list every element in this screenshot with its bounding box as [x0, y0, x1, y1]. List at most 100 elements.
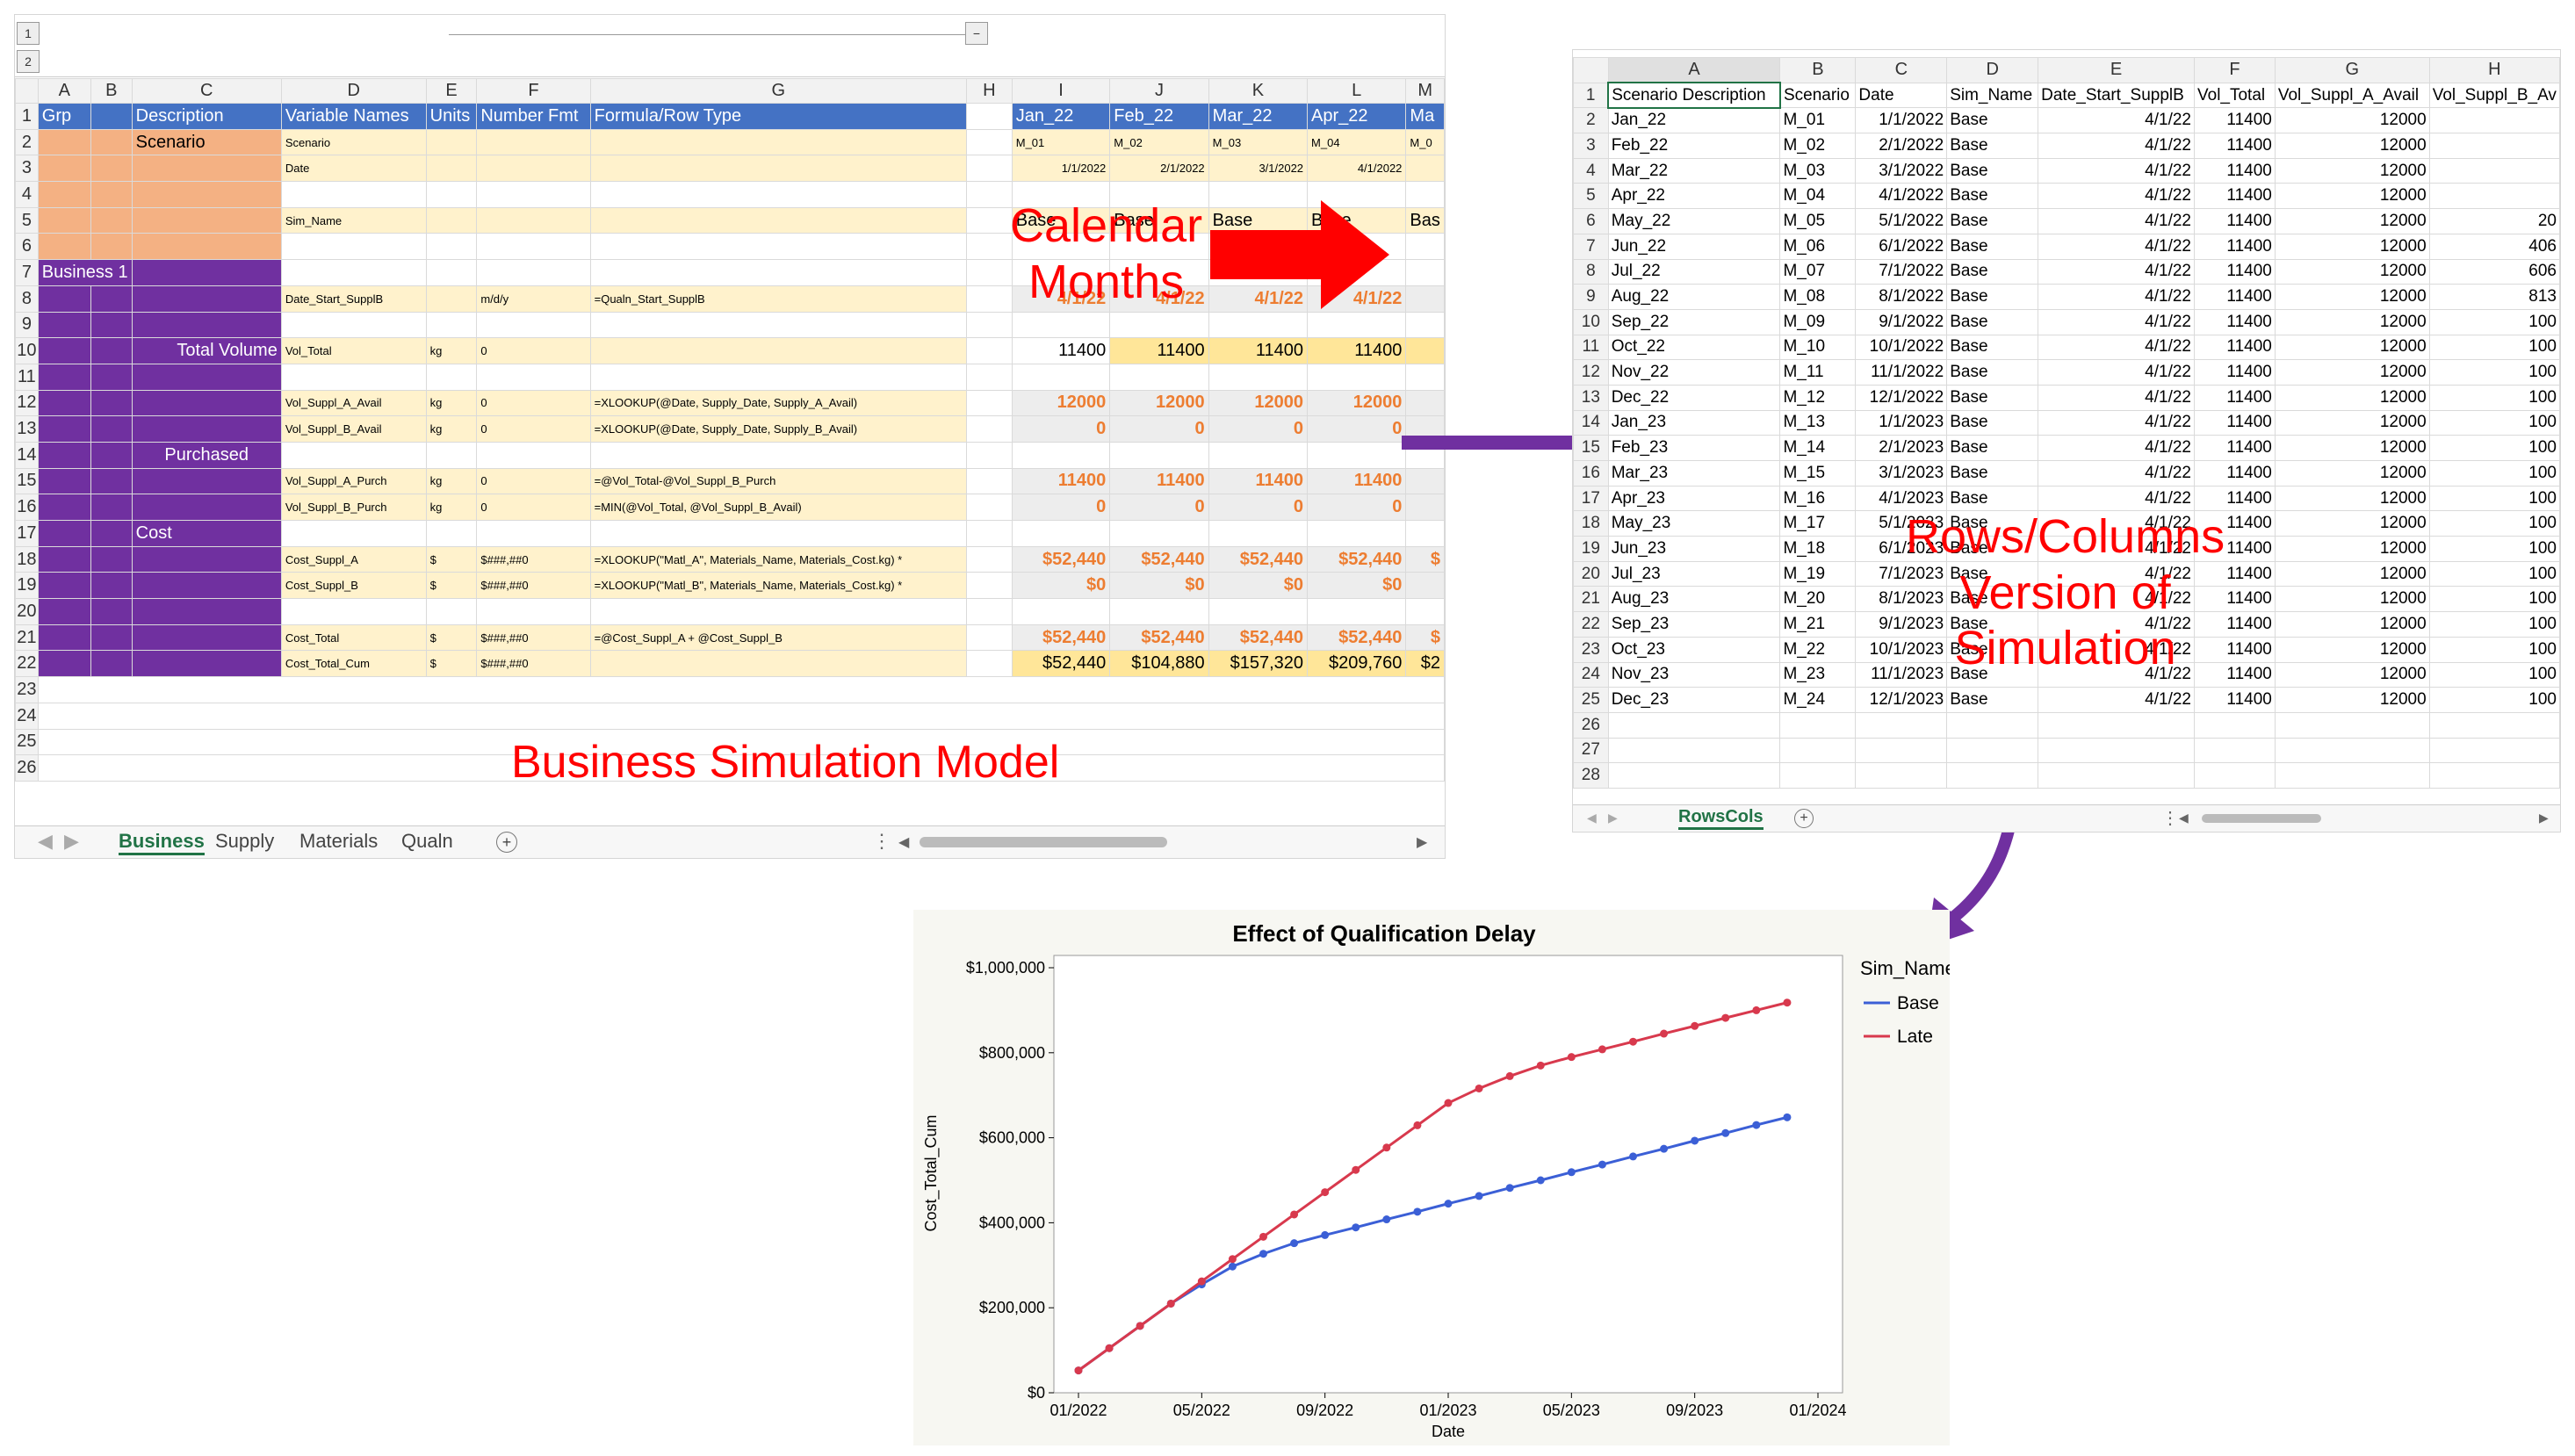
cell[interactable] — [37, 494, 91, 521]
table-cell[interactable]: 4/1/22 — [2038, 687, 2195, 713]
col-header[interactable]: G — [589, 78, 968, 104]
row-number[interactable]: 9 — [1573, 284, 1609, 310]
table-cell[interactable]: 12/1/2022 — [1855, 384, 1948, 411]
outline-level-2-button[interactable]: 2 — [17, 50, 40, 73]
table-cell[interactable]: 11400 — [2194, 308, 2276, 335]
variable-name[interactable]: Cost_Total_Cum — [280, 650, 427, 678]
table-cell[interactable]: 4/1/2022 — [1855, 183, 1948, 210]
cell[interactable] — [425, 598, 478, 625]
value-cell[interactable]: 0 — [1109, 494, 1209, 521]
table-cell[interactable]: Nov_22 — [1607, 359, 1781, 386]
row-number[interactable]: 1 — [1573, 82, 1609, 109]
cell[interactable] — [589, 311, 968, 339]
table-cell[interactable]: Mar_22 — [1607, 157, 1781, 184]
value-cell[interactable]: $ — [1405, 623, 1445, 652]
table-cell[interactable]: Base — [1946, 157, 2039, 184]
number-format[interactable]: 0 — [476, 337, 591, 364]
table-cell[interactable]: Oct_22 — [1607, 334, 1781, 361]
table-cell[interactable]: 12000 — [2274, 485, 2430, 512]
row-number[interactable]: 27 — [1573, 737, 1609, 764]
table-cell[interactable]: Base — [1946, 384, 2039, 411]
col-header[interactable]: I — [1011, 78, 1111, 104]
cell[interactable] — [589, 128, 968, 156]
cell[interactable] — [37, 389, 91, 417]
cost-label[interactable]: Cost — [131, 520, 282, 547]
table-cell[interactable] — [2194, 762, 2276, 789]
cell[interactable] — [966, 155, 1013, 183]
row-number[interactable]: 7 — [1573, 233, 1609, 260]
table-cell[interactable]: 11400 — [2194, 208, 2276, 234]
cell[interactable] — [966, 545, 1013, 573]
table-cell[interactable]: M_06 — [1779, 233, 1857, 260]
table-cell[interactable]: Base — [1946, 284, 2039, 310]
formula-cell[interactable]: =@Cost_Suppl_A + @Cost_Suppl_B — [589, 623, 968, 652]
value-cell[interactable]: $0 — [1307, 572, 1407, 600]
header-month[interactable]: Jan_22 — [1011, 103, 1111, 130]
table-cell[interactable]: 11400 — [2194, 435, 2276, 461]
table-cell[interactable]: 100 — [2428, 536, 2560, 562]
number-format[interactable]: $###,##0 — [476, 545, 591, 573]
header-number-fmt[interactable]: Number Fmt — [476, 103, 591, 130]
cell[interactable] — [131, 363, 282, 391]
cell[interactable] — [90, 441, 133, 469]
table-cell[interactable]: 6/1/2022 — [1855, 233, 1948, 260]
cell[interactable] — [966, 415, 1013, 443]
cell[interactable] — [966, 494, 1013, 521]
table-cell[interactable]: Base — [1946, 485, 2039, 512]
cell[interactable] — [425, 520, 478, 547]
value-cell[interactable]: 12000 — [1109, 389, 1209, 417]
table-cell[interactable]: 12000 — [2274, 157, 2430, 184]
table-cell[interactable]: 100 — [2428, 334, 2560, 361]
value-cell[interactable]: M_02 — [1109, 128, 1209, 156]
cell[interactable] — [280, 181, 427, 208]
table-cell[interactable] — [2274, 711, 2430, 739]
outline-level-1-button[interactable]: 1 — [17, 22, 40, 45]
row-number[interactable]: 4 — [15, 181, 39, 208]
table-cell[interactable]: 100 — [2428, 687, 2560, 713]
cell[interactable] — [966, 128, 1013, 156]
value-cell[interactable]: 12000 — [1307, 389, 1407, 417]
row-number[interactable]: 25 — [1573, 687, 1609, 713]
table-cell[interactable]: Base — [1946, 233, 2039, 260]
table-cell[interactable]: 100 — [2428, 636, 2560, 663]
cell[interactable] — [280, 233, 427, 261]
table-cell[interactable]: 406 — [2428, 233, 2560, 260]
collapse-group-button[interactable]: − — [965, 22, 988, 45]
table-cell[interactable]: M_04 — [1779, 183, 1857, 210]
number-format[interactable]: $###,##0 — [476, 572, 591, 600]
horizontal-scrollbar-thumb[interactable] — [2202, 814, 2321, 823]
table-cell[interactable]: 100 — [2428, 560, 2560, 587]
cell[interactable] — [476, 363, 591, 391]
cell[interactable] — [90, 181, 133, 208]
cell[interactable] — [589, 155, 968, 183]
row-number[interactable]: 15 — [15, 467, 39, 495]
row-number[interactable]: 13 — [1573, 384, 1609, 411]
table-cell[interactable]: Base — [1946, 208, 2039, 234]
table-cell[interactable]: 100 — [2428, 586, 2560, 613]
row-number[interactable]: 6 — [15, 233, 39, 261]
row-number[interactable]: 20 — [1573, 560, 1609, 587]
tab-rowscols[interactable]: RowsCols — [1678, 807, 1764, 830]
tab-business[interactable]: Business — [119, 830, 205, 855]
header-formula[interactable]: Formula/Row Type — [589, 103, 968, 130]
row-number[interactable]: 8 — [15, 285, 39, 313]
table-cell[interactable]: M_10 — [1779, 334, 1857, 361]
cell[interactable] — [37, 598, 91, 625]
table-cell[interactable] — [2428, 133, 2560, 159]
row-number[interactable]: 3 — [15, 155, 39, 183]
table-cell[interactable]: 11400 — [2194, 258, 2276, 285]
cell[interactable] — [280, 441, 427, 469]
cell[interactable] — [1208, 520, 1309, 547]
table-cell[interactable]: 11400 — [2194, 485, 2276, 512]
table-cell[interactable]: 4/1/22 — [2038, 107, 2195, 134]
cell[interactable] — [37, 285, 91, 313]
table-cell[interactable]: 4/1/22 — [2038, 208, 2195, 234]
header-cell[interactable]: Vol_Suppl_B_Av — [2428, 82, 2560, 109]
cell[interactable] — [90, 520, 133, 547]
value-cell[interactable]: M_0 — [1405, 128, 1445, 156]
header-cell[interactable]: Sim_Name — [1946, 82, 2039, 109]
formula-cell[interactable]: =XLOOKUP("Matl_B", Materials_Name, Mater… — [589, 572, 968, 600]
units-cell[interactable]: kg — [425, 337, 478, 364]
cell[interactable] — [1011, 520, 1111, 547]
table-cell[interactable]: Base — [1946, 687, 2039, 713]
